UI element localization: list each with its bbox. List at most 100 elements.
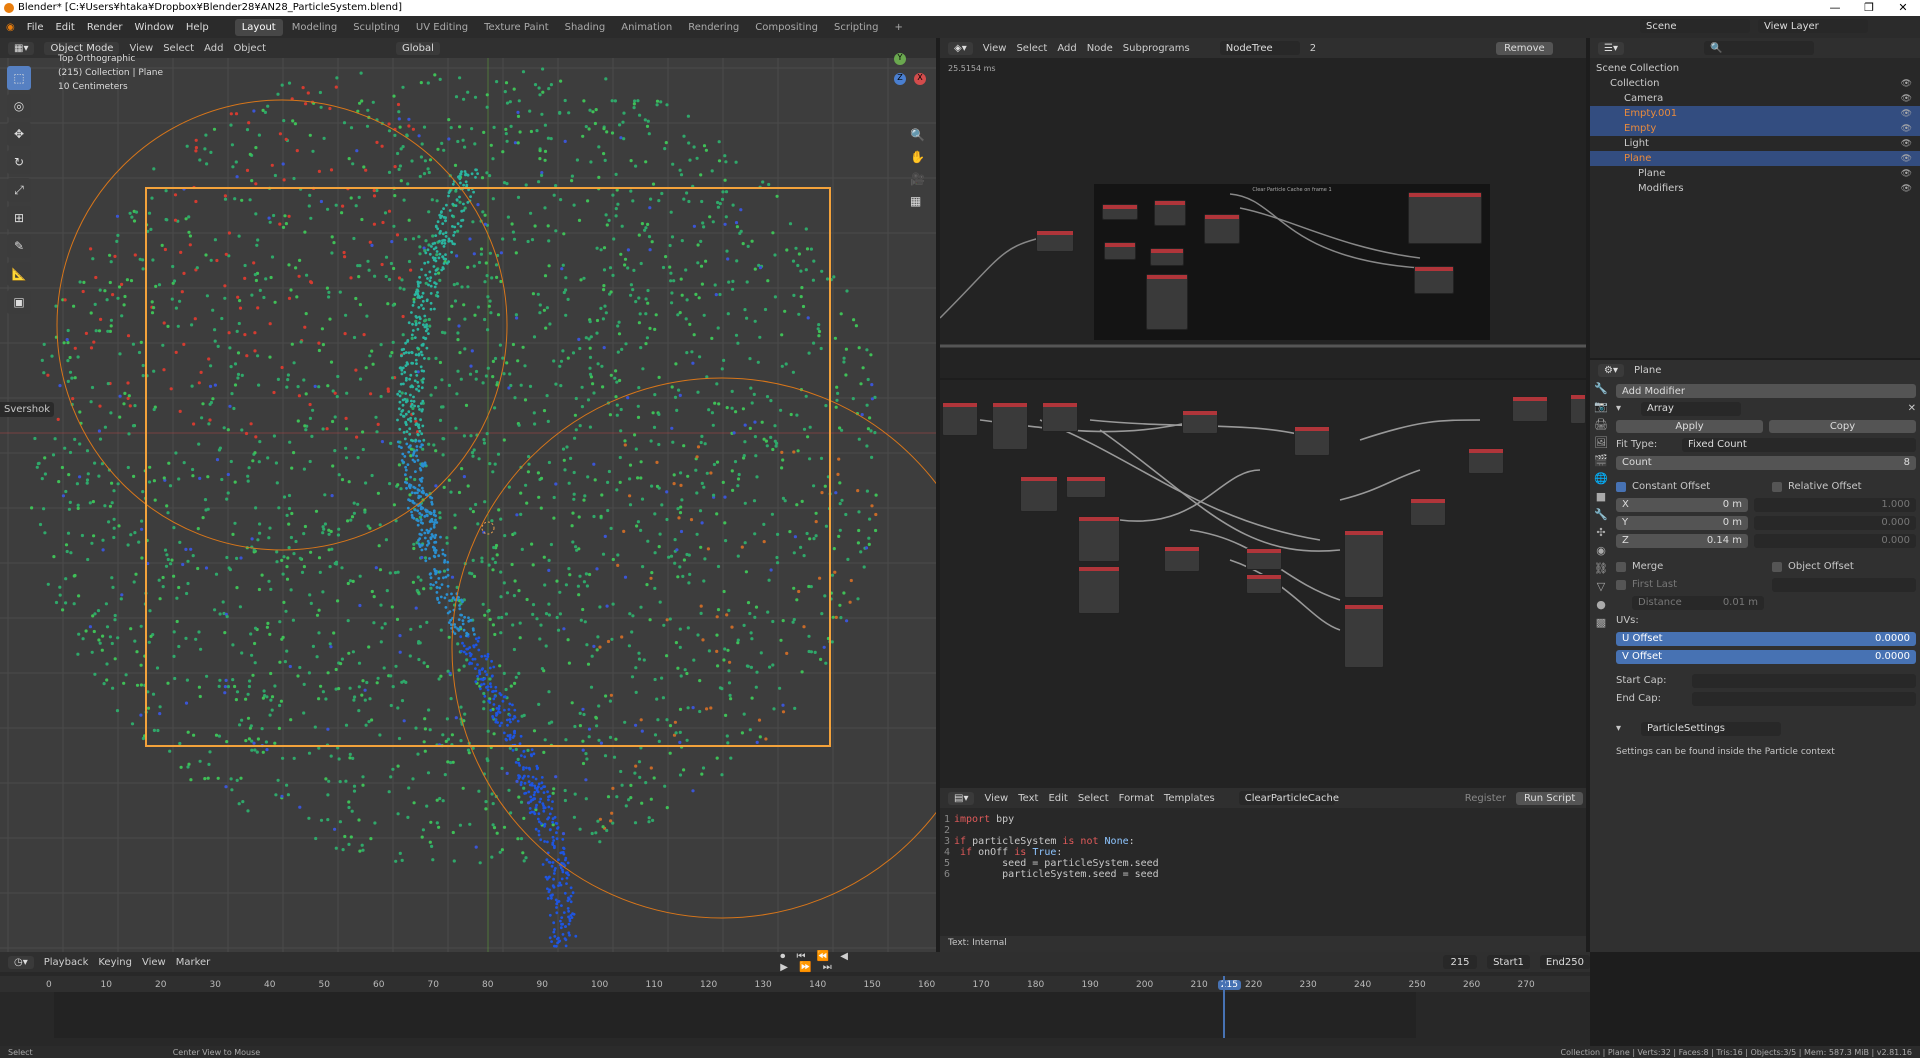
- collapse-icon[interactable]: ▾: [1616, 403, 1621, 414]
- end-cap-field[interactable]: [1692, 691, 1916, 706]
- offset-y-field[interactable]: Y0 m: [1616, 515, 1748, 530]
- viewport-canvas[interactable]: [0, 58, 936, 952]
- object-tab-icon[interactable]: ■: [1596, 490, 1606, 503]
- node-menu-add[interactable]: Add: [1057, 43, 1076, 54]
- maximize-button[interactable]: ❐: [1852, 0, 1886, 16]
- select-box-icon[interactable]: ⬚: [7, 66, 31, 90]
- text-menu-format[interactable]: Format: [1119, 793, 1154, 804]
- distance-field[interactable]: Distance 0.01 m: [1632, 595, 1764, 610]
- menu-edit[interactable]: Edit: [55, 22, 74, 33]
- node-editor[interactable]: ◈▾ View Select Add Node Subprograms Node…: [940, 38, 1586, 378]
- outliner-type-icon[interactable]: ☰▾: [1598, 41, 1624, 55]
- outliner-row[interactable]: Plane 👁: [1590, 166, 1920, 181]
- tool-tab-icon[interactable]: 🔧: [1594, 382, 1608, 395]
- copy-button[interactable]: Copy: [1769, 420, 1916, 433]
- render-tab-icon[interactable]: 📷: [1594, 400, 1608, 413]
- scene-selector[interactable]: Scene: [1640, 19, 1750, 33]
- collapse-icon[interactable]: ▾: [1616, 723, 1621, 734]
- object-offset-field[interactable]: [1772, 577, 1916, 592]
- particle-modifier-name[interactable]: ParticleSettings: [1641, 721, 1782, 736]
- relative-y-field[interactable]: 0.000: [1754, 515, 1916, 530]
- visibility-eye-icon[interactable]: 👁: [1901, 109, 1912, 119]
- relative-x-field[interactable]: 1.000: [1754, 497, 1916, 512]
- transform-icon[interactable]: ⊞: [7, 206, 31, 230]
- tab-sculpting[interactable]: Sculpting: [346, 19, 407, 36]
- outliner-search[interactable]: 🔍: [1703, 41, 1814, 55]
- offset-z-field[interactable]: Z 0.14 m: [1616, 533, 1748, 548]
- u-offset-field[interactable]: U Offset 0.0000: [1616, 631, 1916, 646]
- tab-uv-editing[interactable]: UV Editing: [409, 19, 475, 36]
- node[interactable]: [992, 402, 1028, 450]
- physics-tab-icon[interactable]: ◉: [1596, 544, 1606, 557]
- node[interactable]: [1150, 248, 1184, 266]
- relative-z-field[interactable]: 0.000: [1754, 533, 1916, 548]
- text-datablock-selector[interactable]: ClearParticleCache: [1238, 791, 1339, 805]
- viewport-menu-add[interactable]: Add: [204, 43, 223, 54]
- text-menu-edit[interactable]: Edit: [1048, 793, 1067, 804]
- pan-hand-icon[interactable]: ✋: [910, 150, 925, 164]
- add-cube-icon[interactable]: ▣: [7, 290, 31, 314]
- visibility-eye-icon[interactable]: 👁: [1901, 184, 1912, 194]
- node[interactable]: [1102, 204, 1138, 220]
- node-menu-view[interactable]: View: [983, 43, 1007, 54]
- node[interactable]: [942, 402, 978, 436]
- visibility-eye-icon[interactable]: 👁: [1901, 94, 1912, 104]
- orientation-selector[interactable]: Global: [396, 41, 440, 55]
- output-tab-icon[interactable]: 🖨: [1594, 418, 1608, 431]
- data-tab-icon[interactable]: ▽: [1597, 580, 1605, 593]
- node[interactable]: [1246, 574, 1282, 594]
- outliner[interactable]: ☰▾ 🔍 Scene Collection Collection 👁 Camera 👁 Em…: [1590, 38, 1920, 358]
- node[interactable]: [1154, 200, 1186, 226]
- node[interactable]: [1020, 476, 1058, 512]
- merge-checkbox[interactable]: [1616, 561, 1626, 572]
- first-last-checkbox[interactable]: [1616, 579, 1626, 590]
- apply-button[interactable]: Apply: [1616, 420, 1763, 433]
- node-menu-subprograms[interactable]: Subprograms: [1123, 43, 1190, 54]
- constraints-tab-icon[interactable]: ⛓: [1594, 562, 1608, 575]
- close-button[interactable]: ✕: [1886, 0, 1920, 16]
- run-script-button[interactable]: Run Script: [1515, 791, 1584, 805]
- node[interactable]: [1078, 566, 1120, 614]
- camera-view-icon[interactable]: 🎥: [910, 172, 925, 186]
- menu-file[interactable]: File: [27, 22, 44, 33]
- count-field[interactable]: Count 8: [1616, 455, 1916, 470]
- modifier-tab-icon[interactable]: 🔧: [1594, 508, 1608, 521]
- add-modifier-dropdown[interactable]: Add Modifier: [1616, 384, 1916, 398]
- node[interactable]: [1512, 396, 1548, 422]
- node[interactable]: [1414, 266, 1454, 294]
- close-icon[interactable]: ✕: [1908, 403, 1916, 414]
- outliner-row[interactable]: Empty 👁: [1590, 121, 1920, 136]
- visibility-eye-icon[interactable]: 👁: [1901, 79, 1912, 89]
- timeline[interactable]: ◷▾ Playback Keying View Marker ⏺ ⏮ ⏪ ◀ ▶…: [0, 951, 1590, 1046]
- gizmo-x-axis[interactable]: X: [914, 73, 926, 85]
- gizmo-z-axis[interactable]: Z: [894, 73, 906, 85]
- node[interactable]: [1042, 402, 1078, 432]
- menu-help[interactable]: Help: [186, 22, 209, 33]
- measure-icon[interactable]: 📐: [7, 262, 31, 286]
- outliner-row[interactable]: Empty.001 👁: [1590, 106, 1920, 121]
- texture-tab-icon[interactable]: ▩: [1596, 616, 1606, 629]
- fit-type-dropdown[interactable]: Fixed Count: [1682, 437, 1916, 452]
- node-menu-node[interactable]: Node: [1087, 43, 1113, 54]
- node[interactable]: [1294, 426, 1330, 456]
- tab-animation[interactable]: Animation: [614, 19, 679, 36]
- current-frame-field[interactable]: 215: [1442, 955, 1478, 969]
- timeline-type-icon[interactable]: ◷▾: [8, 955, 34, 969]
- tab-rendering[interactable]: Rendering: [681, 19, 746, 36]
- node[interactable]: [1246, 548, 1282, 570]
- node[interactable]: [1036, 230, 1074, 252]
- node[interactable]: [1408, 192, 1482, 244]
- menu-window[interactable]: Window: [134, 22, 173, 33]
- start-cap-field[interactable]: [1692, 673, 1916, 688]
- end-frame-field[interactable]: End 250: [1539, 955, 1590, 969]
- text-menu-select[interactable]: Select: [1078, 793, 1109, 804]
- node-editor-lower[interactable]: [940, 380, 1586, 788]
- node[interactable]: [1570, 394, 1586, 424]
- node[interactable]: [1104, 242, 1136, 260]
- node[interactable]: [1164, 546, 1200, 572]
- text-menu-templates[interactable]: Templates: [1164, 793, 1215, 804]
- particles-tab-icon[interactable]: ✣: [1596, 526, 1605, 539]
- tab-compositing[interactable]: Compositing: [748, 19, 825, 36]
- text-editor[interactable]: ▤▾ View Text Edit Select Format Template…: [940, 788, 1586, 952]
- sidebar-tab-svershok[interactable]: Svershok: [0, 402, 54, 417]
